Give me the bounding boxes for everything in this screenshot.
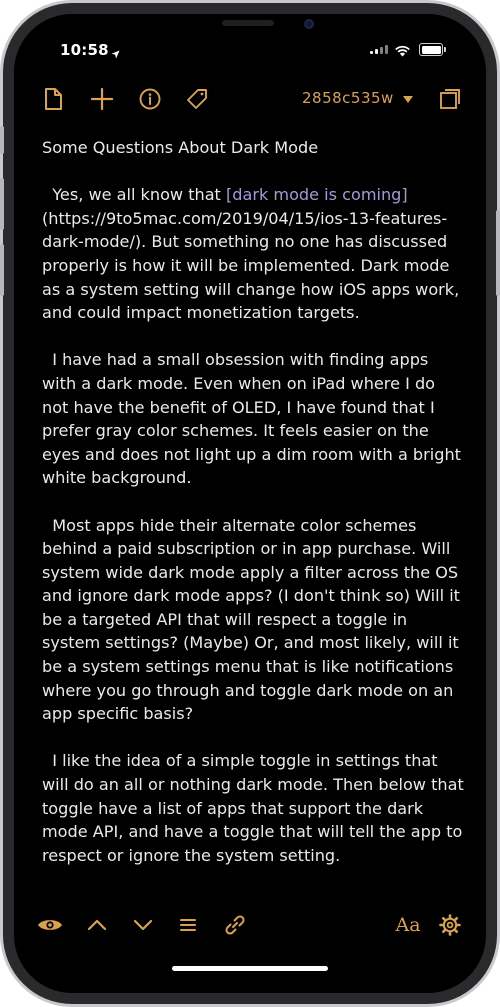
speaker-grille [222,20,274,26]
screen: 10:58 2858c535w Some Questions About Dar… [14,14,486,993]
paragraph-text: (https://9to5mac.com/2019/04/15/ios-13-f… [42,208,465,323]
chevron-down-icon[interactable] [127,909,159,941]
paragraph: I have had a small obsession with findin… [42,350,466,488]
tag-icon[interactable] [182,84,212,114]
volume-down-button [0,244,4,296]
link-icon[interactable] [219,909,251,941]
new-document-icon[interactable] [38,84,68,114]
bottom-toolbar: Aa [14,909,486,945]
wifi-icon [394,42,411,61]
caret-down-icon[interactable] [403,96,413,103]
location-arrow-icon [111,44,120,63]
top-toolbar: 2858c535w [14,84,486,116]
eye-icon[interactable] [34,909,66,941]
front-camera [304,19,314,29]
battery-fill [421,45,441,54]
volume-up-button [0,178,4,230]
paragraph: Yes, we all know that [dark mode is comi… [42,183,466,325]
cellular-signal-icon [370,45,388,54]
mute-switch [0,126,4,154]
paragraph: Most apps hide their alternate color sch… [42,515,466,724]
markdown-link-text[interactable]: [dark mode is coming] [226,185,408,204]
home-indicator[interactable] [172,966,328,971]
power-button [496,210,500,296]
paragraph: I like the idea of a simple toggle in se… [42,751,464,865]
note-title: Some Questions About Dark Mode [42,138,319,157]
notch [126,14,374,46]
list-icon[interactable] [172,909,204,941]
note-editor[interactable]: Some Questions About Dark Mode Yes, we a… [42,136,466,906]
plus-icon[interactable] [87,84,117,114]
status-time: 10:58 [60,41,109,59]
gear-icon[interactable] [434,909,466,941]
paragraph-text: Yes, we all know that [42,185,226,205]
font-settings-button[interactable]: Aa [390,909,426,941]
expand-window-icon[interactable] [435,84,465,114]
battery-terminal [444,47,446,52]
chevron-up-icon[interactable] [81,909,113,941]
version-selector[interactable]: 2858c535w [302,89,394,107]
battery-icon [419,43,446,56]
info-icon[interactable] [135,84,165,114]
